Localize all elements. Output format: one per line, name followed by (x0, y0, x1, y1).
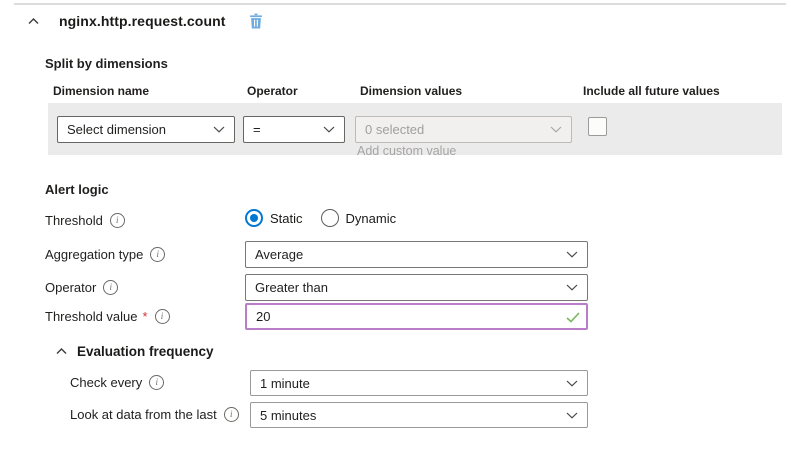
look-back-dropdown-value: 5 minutes (260, 408, 316, 423)
evaluation-frequency-title: Evaluation frequency (77, 344, 214, 359)
column-header-dimension-values: Dimension values (360, 84, 462, 98)
include-future-values-checkbox[interactable] (588, 117, 607, 136)
aggregation-type-label-row: Aggregation type i (45, 247, 165, 262)
aggregation-type-dropdown[interactable]: Average (245, 241, 588, 268)
dimension-name-dropdown-value: Select dimension (67, 122, 166, 137)
check-every-label-row: Check every i (70, 375, 164, 390)
evaluation-frequency-header: Evaluation frequency (56, 344, 214, 359)
threshold-value-input[interactable] (245, 303, 588, 330)
dimension-values-dropdown-value: 0 selected (365, 122, 424, 137)
chevron-down-icon (213, 126, 225, 133)
radio-static-label: Static (270, 211, 303, 226)
radio-unselected-icon[interactable] (321, 209, 339, 227)
split-by-dimensions-title: Split by dimensions (45, 56, 168, 71)
threshold-label: Threshold (45, 213, 103, 228)
chevron-up-icon[interactable] (56, 348, 67, 355)
operator-label-row: Operator i (45, 280, 118, 295)
check-every-label: Check every (70, 375, 142, 390)
required-asterisk: * (143, 309, 148, 324)
check-every-dropdown-value: 1 minute (260, 376, 310, 391)
column-header-operator: Operator (247, 84, 298, 98)
info-icon[interactable]: i (224, 407, 239, 422)
threshold-value-label-row: Threshold value * i (45, 309, 170, 324)
operator-dropdown-value: Greater than (255, 280, 328, 295)
dimension-operator-dropdown-value: = (253, 122, 261, 137)
metric-header: nginx.http.request.count (28, 13, 263, 29)
look-back-dropdown[interactable]: 5 minutes (250, 402, 588, 428)
aggregation-type-dropdown-value: Average (255, 247, 303, 262)
threshold-radio-group: Static Dynamic (245, 209, 396, 227)
divider (14, 3, 786, 5)
threshold-value-label: Threshold value (45, 309, 138, 324)
radio-dynamic-label: Dynamic (346, 211, 397, 226)
threshold-label-row: Threshold i (45, 213, 125, 228)
operator-dropdown[interactable]: Greater than (245, 274, 588, 301)
chevron-down-icon (566, 412, 578, 419)
column-header-dimension-name: Dimension name (53, 84, 149, 98)
chevron-down-icon (566, 284, 578, 291)
alert-logic-title: Alert logic (45, 182, 109, 197)
alert-condition-panel: nginx.http.request.count Split by dimens… (0, 0, 800, 454)
valid-checkmark-icon (566, 310, 580, 328)
info-icon[interactable]: i (110, 213, 125, 228)
chevron-down-icon (566, 251, 578, 258)
radio-selected-icon[interactable] (245, 209, 263, 227)
info-icon[interactable]: i (103, 280, 118, 295)
chevron-up-icon[interactable] (28, 18, 39, 25)
chevron-down-icon (550, 126, 562, 133)
look-back-label: Look at data from the last (70, 407, 217, 422)
info-icon[interactable]: i (150, 247, 165, 262)
info-icon[interactable]: i (149, 375, 164, 390)
aggregation-type-label: Aggregation type (45, 247, 143, 262)
check-every-dropdown[interactable]: 1 minute (250, 370, 588, 396)
chevron-down-icon (323, 126, 335, 133)
add-custom-value-link[interactable]: Add custom value (357, 144, 456, 158)
radio-dynamic[interactable]: Dynamic (321, 209, 397, 227)
radio-static[interactable]: Static (245, 209, 303, 227)
dimension-operator-dropdown[interactable]: = (243, 116, 345, 143)
delete-icon[interactable] (249, 13, 263, 29)
look-back-label-row: Look at data from the last i (70, 407, 239, 422)
chevron-down-icon (566, 380, 578, 387)
operator-label: Operator (45, 280, 96, 295)
dimension-name-dropdown[interactable]: Select dimension (57, 116, 235, 143)
dimension-values-dropdown: 0 selected (355, 116, 572, 143)
metric-title: nginx.http.request.count (59, 13, 226, 29)
column-header-include-future: Include all future values (583, 84, 720, 98)
info-icon[interactable]: i (155, 309, 170, 324)
dimension-row: Select dimension = 0 selected Add custom… (48, 103, 782, 155)
